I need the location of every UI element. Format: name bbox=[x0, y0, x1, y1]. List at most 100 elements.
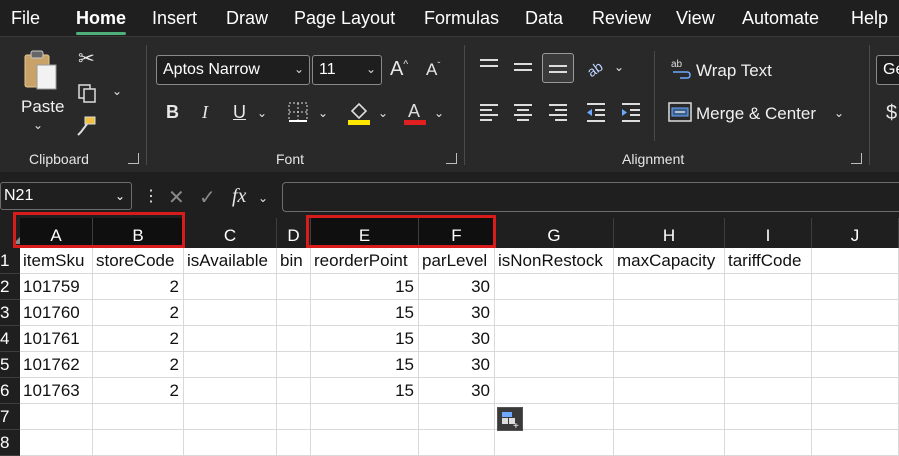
cell-g8[interactable] bbox=[495, 430, 614, 456]
cell-e5[interactable]: 15 bbox=[311, 352, 419, 378]
row-header-7[interactable]: 7 bbox=[0, 404, 20, 430]
align-right-icon[interactable] bbox=[547, 101, 569, 128]
cell-b4[interactable]: 2 bbox=[93, 326, 184, 352]
cell-d7[interactable] bbox=[277, 404, 311, 430]
cell-c4[interactable] bbox=[184, 326, 277, 352]
increase-indent-icon[interactable] bbox=[620, 101, 642, 128]
cell-e7[interactable] bbox=[311, 404, 419, 430]
cell-d8[interactable] bbox=[277, 430, 311, 456]
row-header-8[interactable]: 8 bbox=[0, 430, 20, 456]
cell-c7[interactable] bbox=[184, 404, 277, 430]
cell-a2[interactable]: 101759 bbox=[20, 274, 93, 300]
cell-g3[interactable] bbox=[495, 300, 614, 326]
borders-dropdown-icon[interactable]: ⌄ bbox=[318, 107, 328, 119]
cell-d4[interactable] bbox=[277, 326, 311, 352]
currency-icon[interactable]: $ bbox=[886, 103, 897, 123]
cell-e1[interactable]: reorderPoint bbox=[311, 248, 419, 274]
column-header-c[interactable]: C bbox=[184, 218, 277, 248]
cell-c5[interactable] bbox=[184, 352, 277, 378]
borders-icon[interactable] bbox=[287, 101, 309, 123]
cell-h1[interactable]: maxCapacity bbox=[614, 248, 725, 274]
decrease-indent-icon[interactable] bbox=[585, 101, 607, 128]
cell-g4[interactable] bbox=[495, 326, 614, 352]
cell-c3[interactable] bbox=[184, 300, 277, 326]
cell-g6[interactable] bbox=[495, 378, 614, 404]
cell-h2[interactable] bbox=[614, 274, 725, 300]
cell-j2[interactable] bbox=[812, 274, 899, 300]
cell-d6[interactable] bbox=[277, 378, 311, 404]
top-align-icon[interactable] bbox=[478, 57, 500, 82]
wrap-text-button[interactable]: Wrap Text bbox=[696, 61, 772, 81]
cell-b3[interactable]: 2 bbox=[93, 300, 184, 326]
cell-a5[interactable]: 101762 bbox=[20, 352, 93, 378]
cell-j7[interactable] bbox=[812, 404, 899, 430]
cell-j4[interactable] bbox=[812, 326, 899, 352]
cancel-icon[interactable]: ✕ bbox=[168, 188, 185, 208]
cell-a1[interactable]: itemSku bbox=[20, 248, 93, 274]
cell-b1[interactable]: storeCode bbox=[93, 248, 184, 274]
cell-i1[interactable]: tariffCode bbox=[725, 248, 812, 274]
cell-b6[interactable]: 2 bbox=[93, 378, 184, 404]
align-center-icon[interactable] bbox=[512, 101, 534, 128]
alignment-launcher-icon[interactable] bbox=[851, 153, 862, 164]
align-left-icon[interactable] bbox=[478, 101, 500, 128]
cell-h4[interactable] bbox=[614, 326, 725, 352]
column-header-g[interactable]: G bbox=[495, 218, 614, 248]
cell-c6[interactable] bbox=[184, 378, 277, 404]
cell-h7[interactable] bbox=[614, 404, 725, 430]
font-color-dropdown-icon[interactable]: ⌄ bbox=[434, 107, 444, 119]
fill-color-dropdown-icon[interactable]: ⌄ bbox=[378, 107, 388, 119]
more-options-icon[interactable]: ⋮ bbox=[143, 189, 159, 205]
cell-f2[interactable]: 30 bbox=[419, 274, 495, 300]
menu-draw[interactable]: Draw bbox=[226, 8, 268, 29]
cell-e4[interactable]: 15 bbox=[311, 326, 419, 352]
cell-d5[interactable] bbox=[277, 352, 311, 378]
cell-f3[interactable]: 30 bbox=[419, 300, 495, 326]
decrease-font-size-icon[interactable]: Aˇ bbox=[426, 61, 440, 78]
cell-a4[interactable]: 101761 bbox=[20, 326, 93, 352]
row-header-5[interactable]: 5 bbox=[0, 352, 20, 378]
format-painter-icon[interactable] bbox=[75, 115, 97, 137]
cell-i8[interactable] bbox=[725, 430, 812, 456]
bold-icon[interactable]: B bbox=[166, 103, 179, 121]
cut-icon[interactable]: ✂ bbox=[78, 49, 95, 69]
column-header-i[interactable]: I bbox=[725, 218, 812, 248]
copy-icon[interactable] bbox=[77, 83, 97, 103]
column-header-j[interactable]: J bbox=[812, 218, 899, 248]
cell-j8[interactable] bbox=[812, 430, 899, 456]
row-header-4[interactable]: 4 bbox=[0, 326, 20, 352]
cell-f4[interactable]: 30 bbox=[419, 326, 495, 352]
cell-a7[interactable] bbox=[20, 404, 93, 430]
cell-f8[interactable] bbox=[419, 430, 495, 456]
name-box[interactable]: N21 ⌄ bbox=[0, 182, 132, 210]
cell-e8[interactable] bbox=[311, 430, 419, 456]
orientation-icon[interactable]: ab bbox=[584, 55, 610, 84]
underline-dropdown-icon[interactable]: ⌄ bbox=[257, 107, 267, 119]
column-header-h[interactable]: H bbox=[614, 218, 725, 248]
merge-center-icon[interactable] bbox=[668, 101, 692, 128]
fill-color-icon[interactable] bbox=[347, 99, 371, 127]
increase-font-size-icon[interactable]: A^ bbox=[390, 59, 408, 79]
paste-button[interactable]: Paste bbox=[21, 97, 64, 117]
cell-h6[interactable] bbox=[614, 378, 725, 404]
cell-b5[interactable]: 2 bbox=[93, 352, 184, 378]
row-header-6[interactable]: 6 bbox=[0, 378, 20, 404]
font-size-select[interactable]: 11 ⌄ bbox=[312, 55, 382, 85]
menu-automate[interactable]: Automate bbox=[742, 8, 819, 29]
cell-a6[interactable]: 101763 bbox=[20, 378, 93, 404]
menu-data[interactable]: Data bbox=[525, 8, 563, 29]
cell-e3[interactable]: 15 bbox=[311, 300, 419, 326]
cell-g2[interactable] bbox=[495, 274, 614, 300]
orientation-dropdown-icon[interactable]: ⌄ bbox=[614, 61, 624, 73]
cell-h3[interactable] bbox=[614, 300, 725, 326]
formula-input[interactable] bbox=[282, 182, 899, 212]
cell-b2[interactable]: 2 bbox=[93, 274, 184, 300]
clipboard-launcher-icon[interactable] bbox=[128, 153, 139, 164]
font-name-select[interactable]: Aptos Narrow ⌄ bbox=[156, 55, 310, 85]
cell-i4[interactable] bbox=[725, 326, 812, 352]
merge-center-button[interactable]: Merge & Center bbox=[696, 104, 816, 124]
enter-icon[interactable]: ✓ bbox=[199, 188, 216, 208]
underline-icon[interactable]: U bbox=[233, 103, 246, 121]
cell-j1[interactable] bbox=[812, 248, 899, 274]
row-header-3[interactable]: 3 bbox=[0, 300, 20, 326]
